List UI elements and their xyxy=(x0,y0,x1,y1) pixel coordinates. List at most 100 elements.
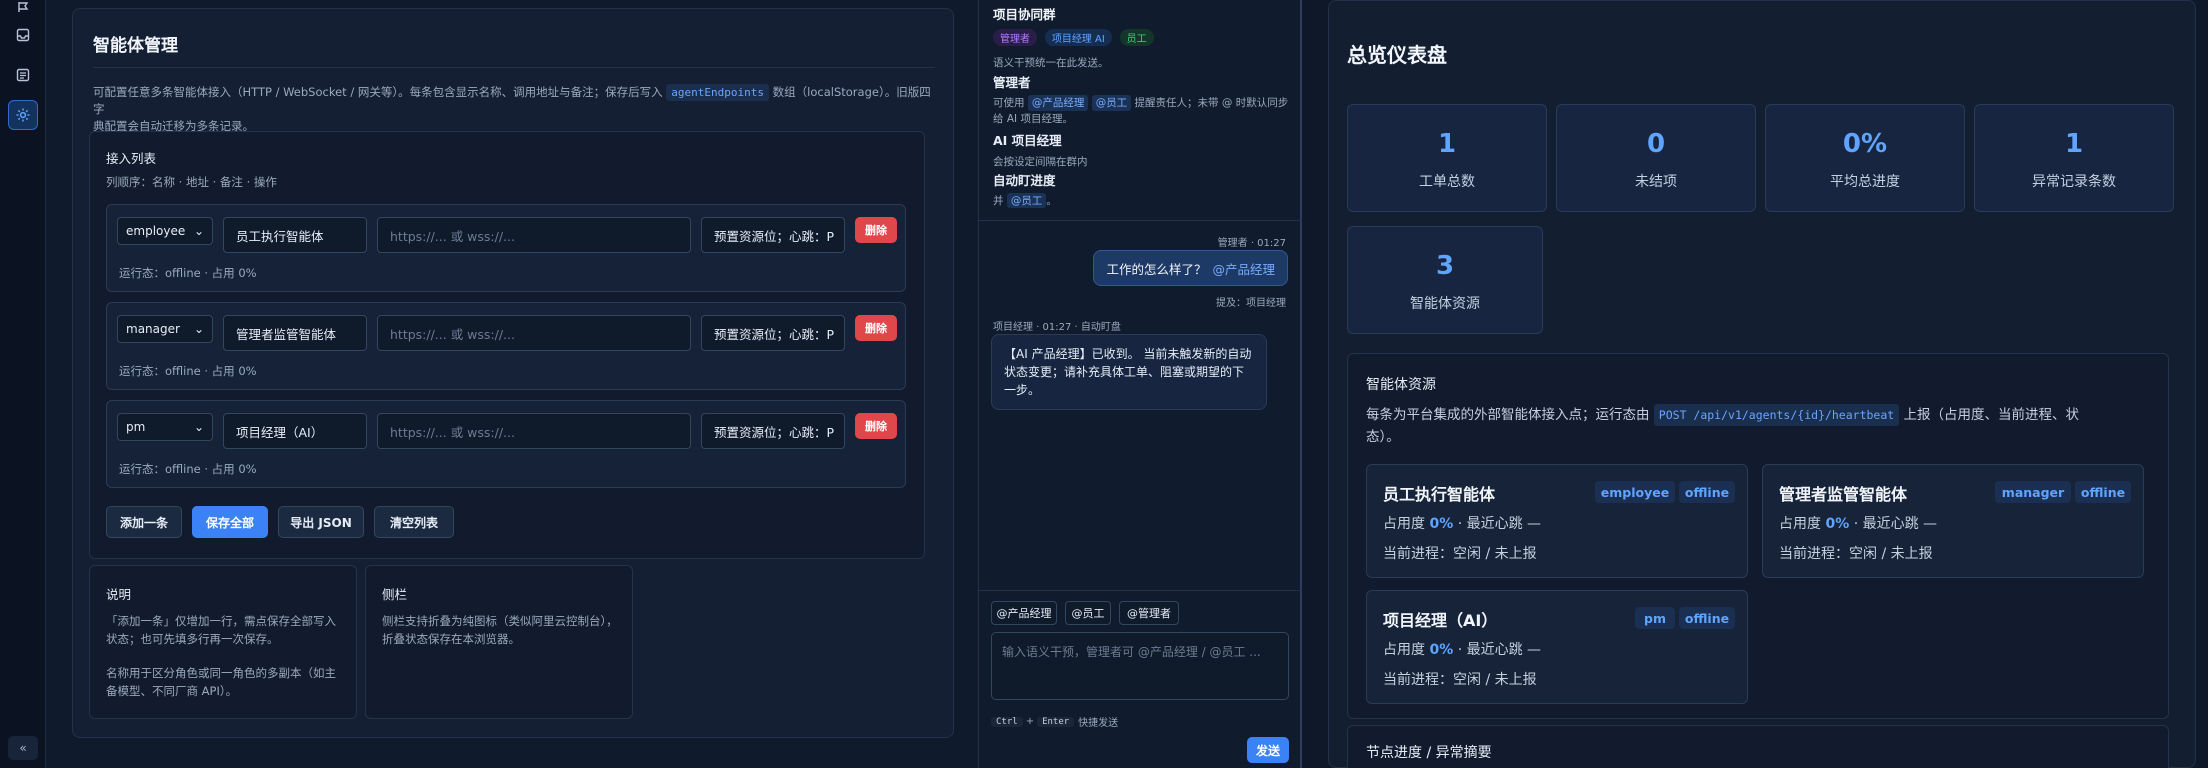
chat-panel: 项目协同群 管理者 项目经理 AI 员工 语义干预统一在此发送。 管理者 可使用… xyxy=(978,0,1302,768)
quick-mention-manager[interactable]: @管理者 xyxy=(1119,601,1179,625)
gear-icon[interactable] xyxy=(8,100,38,130)
status-badge: offline xyxy=(1679,481,1735,503)
role-select-value: manager xyxy=(126,322,180,336)
chevron-down-icon: ⌄ xyxy=(193,420,204,434)
save-all-button[interactable]: 保存全部 xyxy=(192,506,268,538)
collapse-sidebar-button[interactable]: « xyxy=(8,736,38,760)
desc-text: 可配置任意多条智能体接入（HTTP / WebSocket / 网关等）。每条包… xyxy=(93,85,663,99)
url-input[interactable]: https://... 或 wss://... xyxy=(377,413,691,449)
stat-value: 0 xyxy=(1646,129,1666,159)
usage-value: 0% xyxy=(1429,642,1454,658)
send-button[interactable]: 发送 xyxy=(1247,737,1289,763)
inbox-icon[interactable] xyxy=(8,20,38,50)
stat-total-tickets: 1 工单总数 xyxy=(1347,104,1547,212)
sidebar-note-card: 侧栏 侧栏支持折叠为纯图标（类似阿里云控制台），折叠状态保存在本浏览器。 xyxy=(365,565,633,719)
stat-anomaly-count: 1 异常记录条数 xyxy=(1974,104,2174,212)
quick-mention-employee[interactable]: @员工 xyxy=(1065,601,1111,625)
stat-open-items: 0 未结项 xyxy=(1556,104,1756,212)
add-row-button[interactable]: 添加一条 xyxy=(106,506,182,538)
group-title: 项目协同群 xyxy=(993,7,1056,22)
stat-average-progress: 0% 平均总进度 xyxy=(1765,104,1965,212)
role-select[interactable]: employee ⌄ xyxy=(117,217,213,245)
name-input[interactable]: 员工执行智能体 xyxy=(223,217,367,253)
heartbeat: · 最近心跳 — xyxy=(1457,642,1542,658)
role3-text: 并 @员工。 xyxy=(993,193,1057,208)
mention-employee: @员工 xyxy=(1091,95,1132,111)
agent-description: 可配置任意多条智能体接入（HTTP / WebSocket / 网关等）。每条包… xyxy=(93,84,935,135)
stat-label: 工单总数 xyxy=(1419,174,1475,190)
sidebar-note-title: 侧栏 xyxy=(382,587,408,602)
resources-desc: 每条为平台集成的外部智能体接入点；运行态由 POST /api/v1/agent… xyxy=(1366,404,2156,448)
stat-label: 异常记录条数 xyxy=(2032,174,2116,190)
note-input[interactable]: 预置资源位；心跳：P xyxy=(701,315,845,351)
access-list-title: 接入列表 xyxy=(106,151,157,166)
text: 并 xyxy=(993,195,1004,207)
agent-row: manager ⌄ 管理者监管智能体 https://... 或 wss://..… xyxy=(106,302,906,390)
agent-card-pm: 项目经理（AI） pm offline 占用度 0% · 最近心跳 — 当前进程… xyxy=(1366,590,1748,704)
agent-name: 员工执行智能体 xyxy=(1383,485,1496,504)
runtime-status: 运行态：offline · 占用 0% xyxy=(119,364,257,378)
chat-input[interactable]: 输入语义干预，管理者可 @产品经理 / @员工 ... xyxy=(991,632,1289,700)
quick-mention-pm[interactable]: @产品经理 xyxy=(991,601,1057,625)
agent-process: 当前进程：空闲 / 未上报 xyxy=(1383,546,1537,562)
stat-value: 1 xyxy=(2064,129,2084,159)
role3-title: 自动盯进度 xyxy=(993,173,1056,188)
runtime-status: 运行态：offline · 占用 0% xyxy=(119,462,257,476)
divider xyxy=(979,220,1301,221)
message-bubble-pm: 【AI 产品经理】已收到。 当前未触发新的自动状态变更；请补充具体工单、阻塞或期… xyxy=(991,334,1267,410)
agent-management-card: 智能体管理 可配置任意多条智能体接入（HTTP / WebSocket / 网关… xyxy=(72,8,954,738)
help-title: 说明 xyxy=(106,587,132,602)
agent-card-manager: 管理者监管智能体 manager offline 占用度 0% · 最近心跳 —… xyxy=(1762,464,2144,578)
role-select-value: pm xyxy=(126,420,146,434)
progress-title: 节点进度 / 异常摘要 xyxy=(1366,745,1492,761)
stat-agent-resources: 3 智能体资源 xyxy=(1347,226,1543,334)
export-json-button[interactable]: 导出 JSON xyxy=(278,506,364,538)
text: 。 xyxy=(1046,195,1057,207)
stat-label: 未结项 xyxy=(1635,174,1677,190)
hint-plus: + xyxy=(1025,716,1035,727)
name-input[interactable]: 项目经理（AI） xyxy=(223,413,367,449)
delete-button[interactable]: 删除 xyxy=(855,315,897,341)
agent-process: 当前进程：空闲 / 未上报 xyxy=(1383,672,1537,688)
dashboard-pane: 总览仪表盘 1 工单总数 0 未结项 0% 平均总进度 1 异常记录条数 3 智… xyxy=(1302,0,2208,768)
heartbeat-endpoint-code: POST /api/v1/agents/{id}/heartbeat xyxy=(1653,404,1900,426)
flag-icon[interactable] xyxy=(8,0,38,14)
role-chips: 管理者 项目经理 AI 员工 xyxy=(993,29,1158,46)
stat-label: 平均总进度 xyxy=(1830,174,1900,190)
agent-process: 当前进程：空闲 / 未上报 xyxy=(1779,546,1933,562)
key-ctrl: Ctrl xyxy=(991,716,1023,727)
chip-pm-ai: 项目经理 AI xyxy=(1044,29,1112,46)
text: 上报（占用度、当前进程、状 xyxy=(1903,407,2080,423)
divider xyxy=(979,590,1301,591)
heartbeat: · 最近心跳 — xyxy=(1457,516,1542,532)
role1-title: 管理者 xyxy=(993,75,1031,90)
role-select[interactable]: pm ⌄ xyxy=(117,413,213,441)
message-bubble-manager: 工作的怎么样了？ @产品经理 xyxy=(1093,250,1288,286)
role-badge: pm xyxy=(1635,607,1675,629)
text: 提醒责任人；未带 @ 时默认同步 xyxy=(1134,97,1289,109)
resources-title: 智能体资源 xyxy=(1366,377,1436,393)
url-input[interactable]: https://... 或 wss://... xyxy=(377,315,691,351)
code-agent-endpoints: agentEndpoints xyxy=(666,84,769,101)
agent-management-pane: 智能体管理 可配置任意多条智能体接入（HTTP / WebSocket / 网关… xyxy=(46,0,978,768)
message-text: 工作的怎么样了？ xyxy=(1106,261,1207,277)
agent-name: 管理者监管智能体 xyxy=(1779,485,1908,504)
chip-employee: 员工 xyxy=(1119,29,1154,46)
progress-summary-section: 节点进度 / 异常摘要 xyxy=(1347,725,2169,768)
send-hint: Ctrl + Enter 快捷发送 xyxy=(991,714,1118,729)
url-input[interactable]: https://... 或 wss://... xyxy=(377,217,691,253)
heartbeat: · 最近心跳 — xyxy=(1853,516,1938,532)
note-input[interactable]: 预置资源位；心跳：P xyxy=(701,217,845,253)
name-input[interactable]: 管理者监管智能体 xyxy=(223,315,367,351)
delete-button[interactable]: 删除 xyxy=(855,217,897,243)
note-input[interactable]: 预置资源位；心跳：P xyxy=(701,413,845,449)
role-select[interactable]: manager ⌄ xyxy=(117,315,213,343)
agent-name: 项目经理（AI） xyxy=(1383,611,1498,630)
clear-list-button[interactable]: 清空列表 xyxy=(374,506,454,538)
document-icon[interactable] xyxy=(8,60,38,90)
text: 每条为平台集成的外部智能体接入点；运行态由 xyxy=(1366,407,1650,423)
delete-button[interactable]: 删除 xyxy=(855,413,897,439)
agent-row: employee ⌄ 员工执行智能体 https://... 或 wss://..… xyxy=(106,204,906,292)
help-text-1: 「添加一条」仅增加一行，需点保存全部写入状态；也可先填多行再一次保存。 xyxy=(106,614,336,646)
text: 可使用 xyxy=(993,97,1025,109)
